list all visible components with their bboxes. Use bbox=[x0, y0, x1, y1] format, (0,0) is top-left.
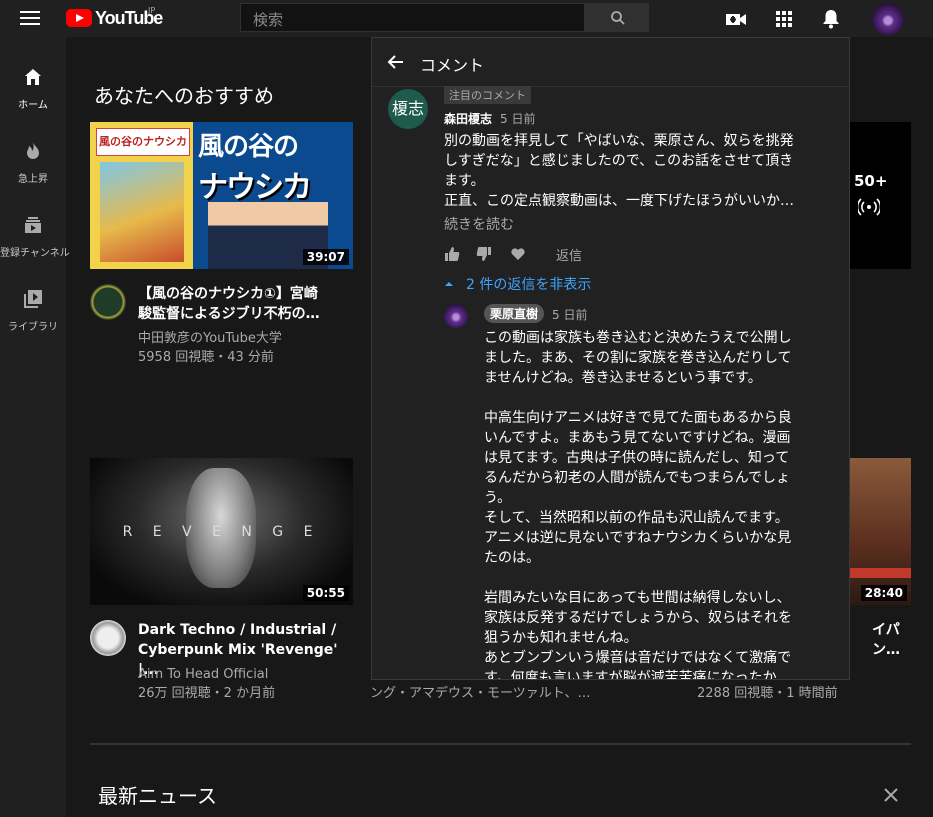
comments-panel: コメント 榎志 注目のコメント 森田榎志 5 日前 別の動画を拝見して「やばいな… bbox=[371, 37, 850, 680]
section-divider bbox=[90, 743, 911, 745]
search-placeholder: 検索 bbox=[253, 11, 284, 29]
channel-name[interactable]: Aim To Head Official bbox=[138, 665, 268, 684]
like-icon[interactable] bbox=[444, 246, 460, 262]
manga-title: 風の谷のナウシカ bbox=[96, 128, 190, 156]
video-title-line: Dark Techno / Industrial / bbox=[138, 622, 337, 638]
thumb-banner bbox=[850, 568, 911, 578]
search-button[interactable] bbox=[585, 3, 649, 32]
menu-icon[interactable] bbox=[20, 10, 40, 26]
video-thumbnail[interactable]: 風の谷のナウシカ 風の谷の ナウシカ 39:07 bbox=[90, 122, 353, 269]
chevron-up-icon[interactable] bbox=[444, 279, 454, 289]
apps-grid-icon[interactable] bbox=[773, 8, 795, 30]
read-more-link[interactable]: 続きを読む bbox=[444, 214, 514, 234]
video-title-line: ン… bbox=[872, 642, 900, 658]
sidebar-item-trending[interactable]: 急上昇 bbox=[0, 141, 66, 185]
comments-panel-header: コメント bbox=[372, 38, 849, 87]
dislike-icon[interactable] bbox=[476, 246, 492, 262]
sidebar-item-home[interactable]: ホーム bbox=[0, 67, 66, 111]
live-broadcast-icon bbox=[858, 198, 880, 216]
reply-text: この動画は家族も巻き込むと決めたうえで公開し ました。まあ、その割に家族を巻き込… bbox=[484, 330, 792, 680]
create-video-icon[interactable] bbox=[725, 8, 747, 30]
notifications-bell-icon[interactable] bbox=[820, 8, 842, 30]
live-thumbnail[interactable]: 50+ bbox=[850, 122, 911, 269]
subscriptions-icon bbox=[25, 217, 41, 233]
comment-text: 別の動画を拝見して「やばいな、栗原さん、奴らを挑発 しすぎだな」と感じましたので… bbox=[444, 133, 794, 209]
search-input[interactable]: 検索 bbox=[240, 3, 585, 32]
video-title-line: 【風の谷のナウシカ①】宮崎 bbox=[138, 286, 318, 302]
hide-replies-toggle[interactable]: 2 件の返信を非表示 bbox=[466, 274, 591, 294]
sidebar-item-subscriptions[interactable]: 登録チャンネル bbox=[0, 215, 70, 259]
youtube-play-icon bbox=[66, 9, 92, 27]
video-stats: ング・アマデウス・モーツァルト、… bbox=[370, 686, 591, 701]
duration-badge: 39:07 bbox=[302, 249, 349, 265]
live-count: 50+ bbox=[854, 172, 888, 190]
sidebar-item-label: ホーム bbox=[18, 100, 48, 111]
reply-author[interactable]: 栗原直樹 bbox=[484, 304, 545, 323]
video-title-line: 駿監督によるジブリ不朽の… bbox=[138, 306, 320, 322]
comment-time[interactable]: 5 日前 bbox=[500, 110, 535, 127]
manga-cover: 風の谷のナウシカ bbox=[90, 122, 193, 269]
masthead: YouTube JP 検索 bbox=[0, 0, 933, 37]
account-avatar[interactable] bbox=[872, 3, 904, 35]
video-thumbnail[interactable]: 28:40 bbox=[850, 458, 911, 605]
duration-badge: 28:40 bbox=[860, 585, 907, 601]
heart-icon[interactable] bbox=[510, 246, 526, 262]
search-icon bbox=[611, 11, 625, 25]
video-title-line: イパ bbox=[872, 622, 900, 638]
video-stats: 5958 回視聴・43 分前 bbox=[138, 350, 274, 365]
video-title[interactable]: 【風の谷のナウシカ①】宮崎 駿監督によるジブリ不朽の… bbox=[138, 284, 338, 324]
channel-name[interactable]: 中田敦彦のYouTube大学 bbox=[138, 329, 282, 348]
comment-author[interactable]: 森田榎志 bbox=[444, 110, 492, 127]
pinned-badge: 注目のコメント bbox=[444, 86, 531, 104]
news-section-title: 最新ニュース bbox=[98, 784, 217, 808]
reply-time[interactable]: 5 日前 bbox=[552, 306, 587, 323]
back-arrow-icon[interactable] bbox=[386, 52, 406, 72]
mini-guide: ホーム 急上昇 登録チャンネル ライブラリ bbox=[0, 37, 70, 817]
commenter-avatar[interactable]: 榎志 bbox=[388, 89, 428, 129]
library-icon bbox=[24, 290, 42, 308]
sidebar-item-label: ライブラリ bbox=[8, 322, 58, 333]
thumb-text: 風の谷の bbox=[198, 132, 299, 162]
thumb-text: R E V E N G E bbox=[122, 524, 321, 540]
flame-icon bbox=[27, 142, 39, 159]
sidebar-item-label: 登録チャンネル bbox=[0, 248, 70, 259]
reply-author-avatar[interactable] bbox=[444, 304, 468, 328]
home-icon bbox=[25, 69, 41, 85]
region-label: JP bbox=[148, 6, 156, 15]
sidebar-item-label: 急上昇 bbox=[18, 174, 48, 185]
channel-avatar[interactable] bbox=[90, 284, 126, 320]
video-thumbnail[interactable]: R E V E N G E 50:55 bbox=[90, 458, 353, 605]
close-icon[interactable] bbox=[882, 786, 900, 804]
video-stats: 2288 回視聴・1 時間前 bbox=[697, 686, 838, 701]
manga-art bbox=[100, 162, 184, 262]
section-title: あなたへのおすすめ bbox=[94, 84, 274, 108]
video-title[interactable]: イパ ン… bbox=[872, 620, 900, 660]
channel-avatar[interactable] bbox=[90, 620, 126, 656]
duration-badge: 50:55 bbox=[302, 585, 349, 601]
reply-button[interactable]: 返信 bbox=[556, 245, 582, 264]
comments-panel-title: コメント bbox=[420, 56, 485, 75]
thumb-text: ナウシカ bbox=[198, 170, 312, 205]
video-stats: 26万 回視聴・2 か月前 bbox=[138, 686, 276, 701]
sidebar-item-library[interactable]: ライブラリ bbox=[0, 289, 66, 333]
